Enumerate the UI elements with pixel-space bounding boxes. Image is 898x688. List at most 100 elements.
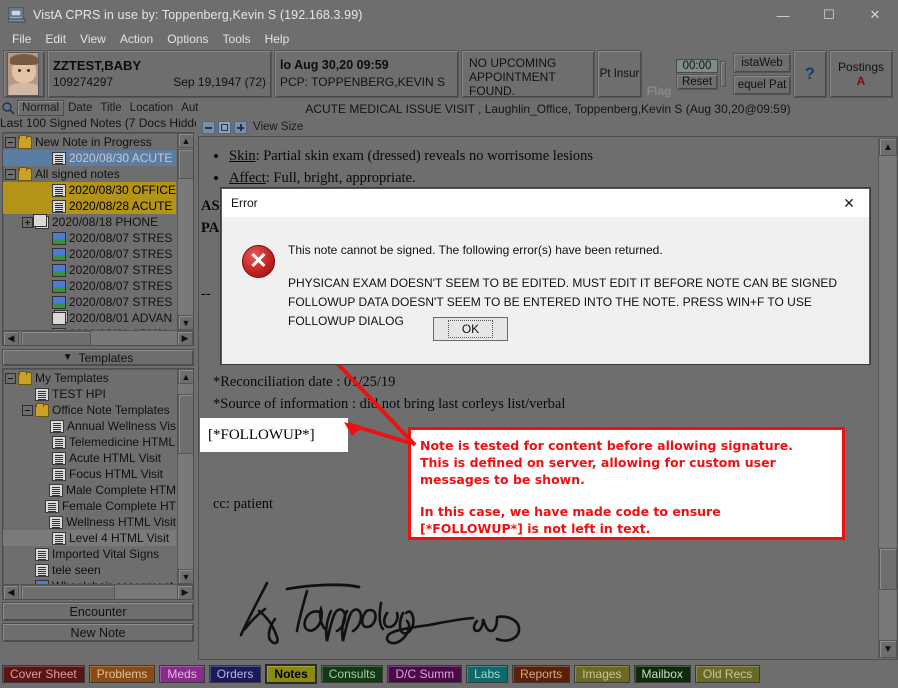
scroll-thumb[interactable] <box>178 394 193 454</box>
menu-file[interactable]: File <box>5 30 38 48</box>
template-tree-item[interactable]: Imported Vital Signs <box>3 546 176 562</box>
scroll-thumb[interactable] <box>178 149 193 179</box>
template-tree-item[interactable]: Level 4 HTML Visit <box>3 530 176 546</box>
plus-box-icon[interactable] <box>234 120 247 134</box>
sort-date[interactable]: Date <box>64 101 96 115</box>
close-icon[interactable]: ✕ <box>829 189 869 217</box>
tab-reports[interactable]: Reports <box>512 665 571 683</box>
scroll-down-icon[interactable]: ▼ <box>879 640 897 658</box>
note-tree-item[interactable]: 2020/08/30 OFFICE <box>3 182 176 198</box>
sort-normal[interactable]: Normal <box>17 100 65 116</box>
error-dialog[interactable]: Error ✕ ✕ This note cannot be signed. Th… <box>221 188 870 364</box>
pt-insur-button[interactable]: Pt Insur <box>597 50 642 98</box>
help-button[interactable]: ? <box>793 50 827 98</box>
note-tree-item[interactable]: 2020/08/28 ACUTE <box>3 198 176 214</box>
maximize-icon[interactable]: ☐ <box>806 0 852 30</box>
hscroll-thumb[interactable] <box>21 331 91 345</box>
note-tree-item[interactable]: 2020/08/07 STRES <box>3 262 176 278</box>
collapse-icon[interactable] <box>5 372 16 384</box>
note-tree-item[interactable]: 2020/08/07 STRES <box>3 278 176 294</box>
note-tree-item[interactable]: 2020/08/07 STRES <box>3 294 176 310</box>
tab-consults[interactable]: Consults <box>320 665 384 683</box>
scroll-right-icon[interactable]: ▶ <box>177 585 193 599</box>
note-tree-item[interactable]: 2020/08/07 STRES <box>3 230 176 246</box>
templates-vscrollbar[interactable]: ▲ ▼ <box>177 369 193 584</box>
note-tree-item[interactable]: 2020/08/30 ACUTE <box>3 150 176 166</box>
tab-d-c-summ[interactable]: D/C Summ <box>387 665 463 683</box>
tab-problems[interactable]: Problems <box>88 665 156 683</box>
postings-button[interactable]: Postings A <box>829 50 893 98</box>
tab-notes[interactable]: Notes <box>265 664 317 684</box>
menu-help[interactable]: Help <box>258 30 297 48</box>
visit-timer[interactable]: 00:00 Reset <box>676 50 718 98</box>
template-tree-item[interactable]: tele seen <box>3 562 176 578</box>
note-tree-item[interactable]: 2020/08/01 ADVAN <box>3 310 176 326</box>
tab-mailbox[interactable]: Mailbox <box>633 665 691 683</box>
template-tree-item[interactable]: Office Note Templates <box>3 402 176 418</box>
collapse-icon[interactable] <box>22 404 33 416</box>
appointment-panel[interactable]: NO UPCOMING APPOINTMENT FOUND. <box>461 50 595 98</box>
minimize-icon[interactable]: — <box>760 0 806 30</box>
sequel-pat-button[interactable]: equel Pat <box>733 75 791 95</box>
collapse-icon[interactable] <box>5 136 16 148</box>
sort-location[interactable]: Location <box>126 101 177 115</box>
scroll-down-icon[interactable]: ▼ <box>178 315 193 330</box>
scroll-down-icon[interactable]: ▼ <box>178 569 193 584</box>
ok-button[interactable]: OK <box>433 317 508 341</box>
tab-cover-sheet[interactable]: Cover Sheet <box>2 665 85 683</box>
patient-identity-panel[interactable]: ZZTEST,BABY 109274297 Sep 19,1947 (72) <box>47 50 272 98</box>
template-tree-item[interactable]: My Templates <box>3 370 176 386</box>
minus-box-icon[interactable] <box>202 120 215 134</box>
collapse-icon[interactable] <box>5 168 16 180</box>
tab-old-recs[interactable]: Old Recs <box>694 665 761 683</box>
scroll-up-icon[interactable]: ▲ <box>178 369 193 384</box>
template-tree-item[interactable]: Female Complete HT <box>3 498 176 514</box>
scroll-thumb[interactable] <box>879 548 897 590</box>
templates-tree[interactable]: My Templates TEST HPI Office Note Template… <box>3 370 176 584</box>
search-icon[interactable] <box>1 101 15 115</box>
scroll-left-icon[interactable]: ◀ <box>3 331 19 345</box>
template-tree-item[interactable]: Focus HTML Visit <box>3 466 176 482</box>
menu-tools[interactable]: Tools <box>216 30 258 48</box>
template-tree-item[interactable]: Telemedicine HTML <box>3 434 176 450</box>
notes-tree[interactable]: New Note in Progress 2020/08/30 ACUTE All … <box>3 134 176 330</box>
templates-hscrollbar[interactable]: ◀ ▶ <box>3 584 193 599</box>
template-tree-item[interactable]: Wellness HTML Visit <box>3 514 176 530</box>
sort-title[interactable]: Title <box>96 101 125 115</box>
encounter-button[interactable]: Encounter <box>2 602 194 621</box>
note-tree-item[interactable]: 2020/08/07 STRES <box>3 246 176 262</box>
visit-panel[interactable]: lo Aug 30,20 09:59 PCP: TOPPENBERG,KEVIN… <box>274 50 459 98</box>
bottom-tab-bar[interactable]: Cover Sheet Problems Meds Orders Notes Consul… <box>0 660 898 688</box>
tab-images[interactable]: Images <box>574 665 630 683</box>
expand-icon[interactable] <box>22 216 33 228</box>
notes-tree-vscrollbar[interactable]: ▲ ▼ <box>177 133 193 330</box>
splitter-handle[interactable] <box>720 50 732 98</box>
close-icon[interactable]: ✕ <box>852 0 898 30</box>
menu-action[interactable]: Action <box>113 30 160 48</box>
note-tree-item[interactable]: 2020/08/18 PHONE <box>3 213 176 230</box>
tab-labs[interactable]: Labs <box>466 665 509 683</box>
square-box-icon[interactable] <box>218 120 231 134</box>
note-tree-item[interactable]: New Note in Progress <box>3 134 176 150</box>
scroll-left-icon[interactable]: ◀ <box>3 585 19 599</box>
template-tree-item[interactable]: TEST HPI <box>3 386 176 402</box>
tab-orders[interactable]: Orders <box>208 665 262 683</box>
flag-button[interactable]: Flag <box>644 50 674 98</box>
vistaweb-button[interactable]: istaWeb <box>733 53 791 73</box>
menu-options[interactable]: Options <box>160 30 215 48</box>
note-vscrollbar[interactable]: ▲ ▼ <box>878 138 897 658</box>
template-tree-item[interactable]: Acute HTML Visit <box>3 450 176 466</box>
tab-meds[interactable]: Meds <box>159 665 205 683</box>
template-tree-item[interactable]: Annual Wellness Vis <box>3 418 176 434</box>
scroll-up-icon[interactable]: ▲ <box>178 133 193 148</box>
patient-photo-panel[interactable] <box>3 50 45 98</box>
templates-splitter-button[interactable]: ▼ Templates <box>2 349 194 366</box>
timer-reset-button[interactable]: Reset <box>676 73 718 90</box>
scroll-up-icon[interactable]: ▲ <box>879 138 897 156</box>
notes-tree-hscrollbar[interactable]: ◀ ▶ <box>3 330 193 345</box>
menu-view[interactable]: View <box>73 30 113 48</box>
new-note-button[interactable]: New Note <box>2 623 194 642</box>
scroll-right-icon[interactable]: ▶ <box>177 331 193 345</box>
note-tree-item[interactable]: All signed notes <box>3 166 176 182</box>
template-tree-item[interactable]: Male Complete HTM <box>3 482 176 498</box>
